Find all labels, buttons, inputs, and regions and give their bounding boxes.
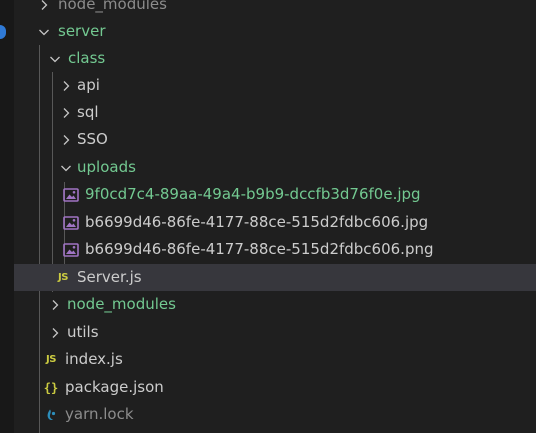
image-icon [63,187,79,203]
tree-item-label: package.json [65,378,164,396]
tree-item-label: api [77,76,100,94]
chevron-down-icon [36,24,52,40]
tree-item-sql[interactable]: sql [14,99,536,126]
tree-item-server-js[interactable]: JS Server.js [14,264,536,291]
activity-bar-edge [0,0,14,433]
tree-item-uploads[interactable]: uploads [14,154,536,181]
tree-item-label: node_modules [67,295,176,313]
file-explorer: node_modules server class api sql SSO up… [0,0,536,433]
chevron-right-icon [58,105,74,121]
tree-item-label: class [68,49,106,67]
tree-item-node-modules[interactable]: node_modules [14,291,536,318]
tree-item-label: node_modules [58,0,167,13]
tree-item-label: utils [67,323,99,341]
tree-item-class[interactable]: class [14,45,536,72]
tree-item-label: index.js [65,350,123,368]
image-icon [63,242,79,258]
notification-dot [0,25,6,39]
tree-item-label: Server.js [77,268,142,286]
tree-item-image-file[interactable]: b6699d46-86fe-4177-88ce-515d2fdbc606.png [14,236,536,263]
chevron-right-icon [36,0,52,13]
chevron-right-icon [47,297,63,313]
yarn-icon [43,407,59,423]
json-icon: {} [43,380,59,395]
js-icon: JS [58,272,68,283]
image-icon [63,215,79,231]
chevron-right-icon [47,325,63,341]
tree-item-index-js[interactable]: JS index.js [14,346,536,373]
tree-item-label: yarn.lock [65,405,134,423]
tree-item-label: server [58,22,106,40]
tree-item-label: b6699d46-86fe-4177-88ce-515d2fdbc606.jpg [85,213,429,231]
tree-item-api[interactable]: api [14,72,536,99]
tree-item-label: b6699d46-86fe-4177-88ce-515d2fdbc606.png [85,240,434,258]
tree-item-label: uploads [77,158,136,176]
tree-item-label: 9f0cd7c4-89aa-49a4-b9b9-dccfb3d76f0e.jpg [85,185,421,203]
tree-item-yarn-lock[interactable]: yarn.lock [14,401,536,428]
tree-item-label: sql [77,103,99,121]
tree-item-node-modules-root[interactable]: node_modules [14,0,536,18]
tree-item-image-file[interactable]: b6699d46-86fe-4177-88ce-515d2fdbc606.jpg [14,209,536,236]
tree-item-label: SSO [77,130,108,148]
chevron-right-icon [58,132,74,148]
tree-item-image-file[interactable]: 9f0cd7c4-89aa-49a4-b9b9-dccfb3d76f0e.jpg [14,181,536,208]
tree-item-sso[interactable]: SSO [14,126,536,153]
tree-item-package-json[interactable]: {} package.json [14,374,536,401]
tree-item-server[interactable]: server [14,18,536,45]
chevron-down-icon [58,160,74,176]
tree-item-utils[interactable]: utils [14,319,536,346]
chevron-right-icon [58,78,74,94]
js-icon: JS [46,354,56,365]
chevron-down-icon [47,51,63,67]
